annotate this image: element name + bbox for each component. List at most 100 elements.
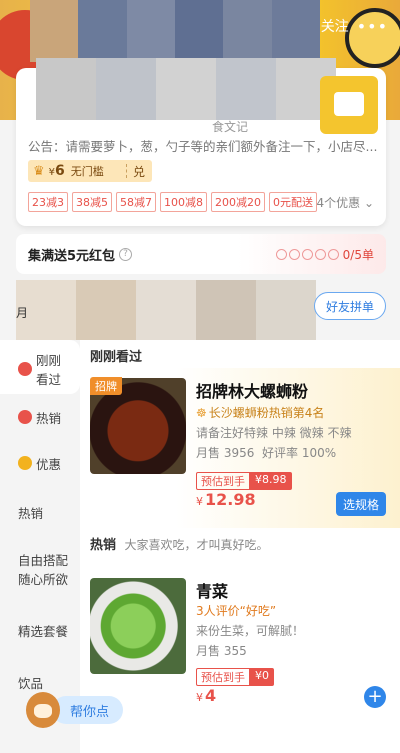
follow-button[interactable]: 关注 xyxy=(321,16,349,36)
discount-tag: 23减3 xyxy=(28,192,68,212)
product-price: ¥12.98 xyxy=(196,490,256,509)
blur-block xyxy=(126,0,175,62)
product-sales: 月售 355 xyxy=(196,644,247,658)
product-sales: 月售 3956 好评率 100% xyxy=(196,446,337,460)
progress-dot xyxy=(275,248,287,260)
discount-tag: 0元配送 xyxy=(269,192,317,212)
blurred-region xyxy=(30,0,320,62)
collect-reward-banner[interactable]: 集满送5元红包 ? 0/5单 xyxy=(16,234,386,274)
sidebar-item-mix[interactable]: 自由搭配 随心所欲 xyxy=(0,538,80,604)
blur-block xyxy=(174,0,224,62)
product-name: 青菜 xyxy=(196,582,229,601)
nav-actions: 关注 ••• xyxy=(321,16,388,36)
product-image[interactable] xyxy=(90,578,186,674)
redeem-button[interactable]: 兑 xyxy=(133,163,145,180)
product-desc: 请备注好特辣 中辣 微辣 不辣 xyxy=(196,426,352,440)
group-order-button[interactable]: 好友拼单 xyxy=(314,292,386,320)
blur-block xyxy=(216,58,276,120)
store-name-fragment: 食文记 xyxy=(212,120,249,134)
collect-title: 集满送5元红包 xyxy=(28,248,116,264)
section-title-text: 热销 xyxy=(90,538,117,553)
sidebar-item-label: 饮品 xyxy=(18,675,44,691)
more-discounts-label: 4个优惠 xyxy=(316,196,361,210)
discount-tag: 200减20 xyxy=(211,192,265,212)
collect-progress: 0/5单 xyxy=(342,247,374,262)
blur-block xyxy=(271,0,320,62)
product-item[interactable]: 青菜 3人评价“好吃” 来份生菜，可解腻！ 月售 355 预估到手 ¥0 ¥4 … xyxy=(80,568,400,728)
collect-progress-dots xyxy=(275,248,339,260)
estimated-value: ¥0 xyxy=(250,668,274,686)
sidebar-item-label: 精选套餐 xyxy=(18,623,69,639)
blurred-store-name xyxy=(36,58,336,120)
section-title-text: 刚刚看过 xyxy=(90,350,143,365)
blur-block xyxy=(256,280,316,340)
sidebar-item-promo[interactable]: 优惠 xyxy=(0,440,80,486)
product-desc: 来份生菜，可解腻！ xyxy=(196,624,305,638)
sidebar-item-label: 自由搭配 随心所欲 xyxy=(18,553,69,587)
sidebar-item-label: 热销 xyxy=(18,505,44,521)
blur-block xyxy=(223,0,272,62)
sidebar-item-combo[interactable]: 精选套餐 xyxy=(0,604,80,656)
blur-block xyxy=(136,280,196,340)
medal-icon: ☸ xyxy=(196,406,207,420)
estimated-price: 预估到手 ¥0 xyxy=(196,668,274,686)
estimated-label: 预估到手 xyxy=(196,472,250,490)
blur-block xyxy=(36,58,96,120)
chevron-down-icon: ⌄ xyxy=(363,196,374,210)
select-spec-button[interactable]: 选规格 xyxy=(336,492,386,516)
fire-icon xyxy=(18,410,32,424)
sidebar-item-hot[interactable]: 热销 xyxy=(0,394,80,440)
blur-block xyxy=(76,280,136,340)
product-price: ¥4 xyxy=(196,686,217,705)
section-title: 刚刚看过 xyxy=(80,340,400,368)
store-logo[interactable] xyxy=(320,76,378,134)
product-rank: ☸ 长沙螺蛳粉热销第4名 xyxy=(196,406,325,420)
progress-dot xyxy=(301,248,313,260)
blurred-tabs xyxy=(16,280,316,340)
sidebar-item-recent[interactable]: 刚刚 看过 xyxy=(0,340,80,394)
sidebar-item-label: 刚刚 看过 xyxy=(36,353,62,387)
more-discounts-button[interactable]: 4个优惠 ⌄ xyxy=(316,194,374,211)
blur-block xyxy=(96,58,156,120)
discount-tag: 38减5 xyxy=(72,192,112,212)
section-subtitle: 大家喜欢吃，才叫真好吃。 xyxy=(124,538,269,552)
help-order-label: 帮你点 xyxy=(52,696,124,724)
sidebar-item-hot-list[interactable]: 热销 xyxy=(0,486,80,538)
help-icon[interactable]: ? xyxy=(119,247,133,261)
section-title: 热销 大家喜欢吃，才叫真好吃。 xyxy=(80,528,400,568)
store-notice[interactable]: 公告：请需要萝卜，葱，勺子等的亲们额外备注一下，小店尽... xyxy=(28,136,378,155)
discount-tags[interactable]: 23减3 38减5 58减7 100减8 200减20 0元配送 xyxy=(28,192,317,212)
product-item[interactable]: 招牌 招牌林大螺蛳粉 ☸ 长沙螺蛳粉热销第4名 请备注好特辣 中辣 微辣 不辣 月… xyxy=(80,368,400,528)
sidebar-item-label: 热销 xyxy=(36,410,62,426)
coupon-threshold: 无门槛 xyxy=(70,165,104,178)
discount-tag: 58减7 xyxy=(116,192,156,212)
sidebar-item-label: 优惠 xyxy=(36,456,62,472)
add-to-cart-button[interactable]: + xyxy=(364,686,386,708)
store-info-card: 食文记 公告：请需要萝卜，葱，勺子等的亲们额外备注一下，小店尽... ♛ ¥6 … xyxy=(16,58,386,226)
help-order-button[interactable]: 帮你点 xyxy=(26,692,124,728)
crown-icon: ♛ xyxy=(33,163,45,179)
coupon-amount: ¥6 xyxy=(48,163,65,179)
progress-dot xyxy=(314,248,326,260)
blur-block xyxy=(78,0,127,62)
blur-block xyxy=(196,280,256,340)
product-name: 招牌林大螺蛳粉 xyxy=(196,382,309,401)
estimated-label: 预估到手 xyxy=(196,668,250,686)
signature-badge: 招牌 xyxy=(90,377,122,395)
mascot-avatar xyxy=(26,692,60,728)
blur-block xyxy=(30,0,79,62)
more-icon[interactable]: ••• xyxy=(357,17,388,36)
estimated-price: 预估到手 ¥8.98 xyxy=(196,472,292,490)
eye-icon xyxy=(18,362,32,376)
product-list: 刚刚看过 招牌 招牌林大螺蛳粉 ☸ 长沙螺蛳粉热销第4名 请备注好特辣 中辣 微辣… xyxy=(80,340,400,753)
discount-icon xyxy=(18,456,32,470)
estimated-value: ¥8.98 xyxy=(250,472,292,490)
product-recommend: 3人评价“好吃” xyxy=(196,604,277,618)
progress-dot xyxy=(288,248,300,260)
coupon[interactable]: ♛ ¥6 无门槛 兑 xyxy=(28,160,152,182)
divider xyxy=(125,164,127,178)
discount-tag: 100减8 xyxy=(160,192,207,212)
progress-dot xyxy=(327,248,339,260)
blur-block xyxy=(156,58,216,120)
tab-order[interactable]: 月 xyxy=(16,304,28,321)
